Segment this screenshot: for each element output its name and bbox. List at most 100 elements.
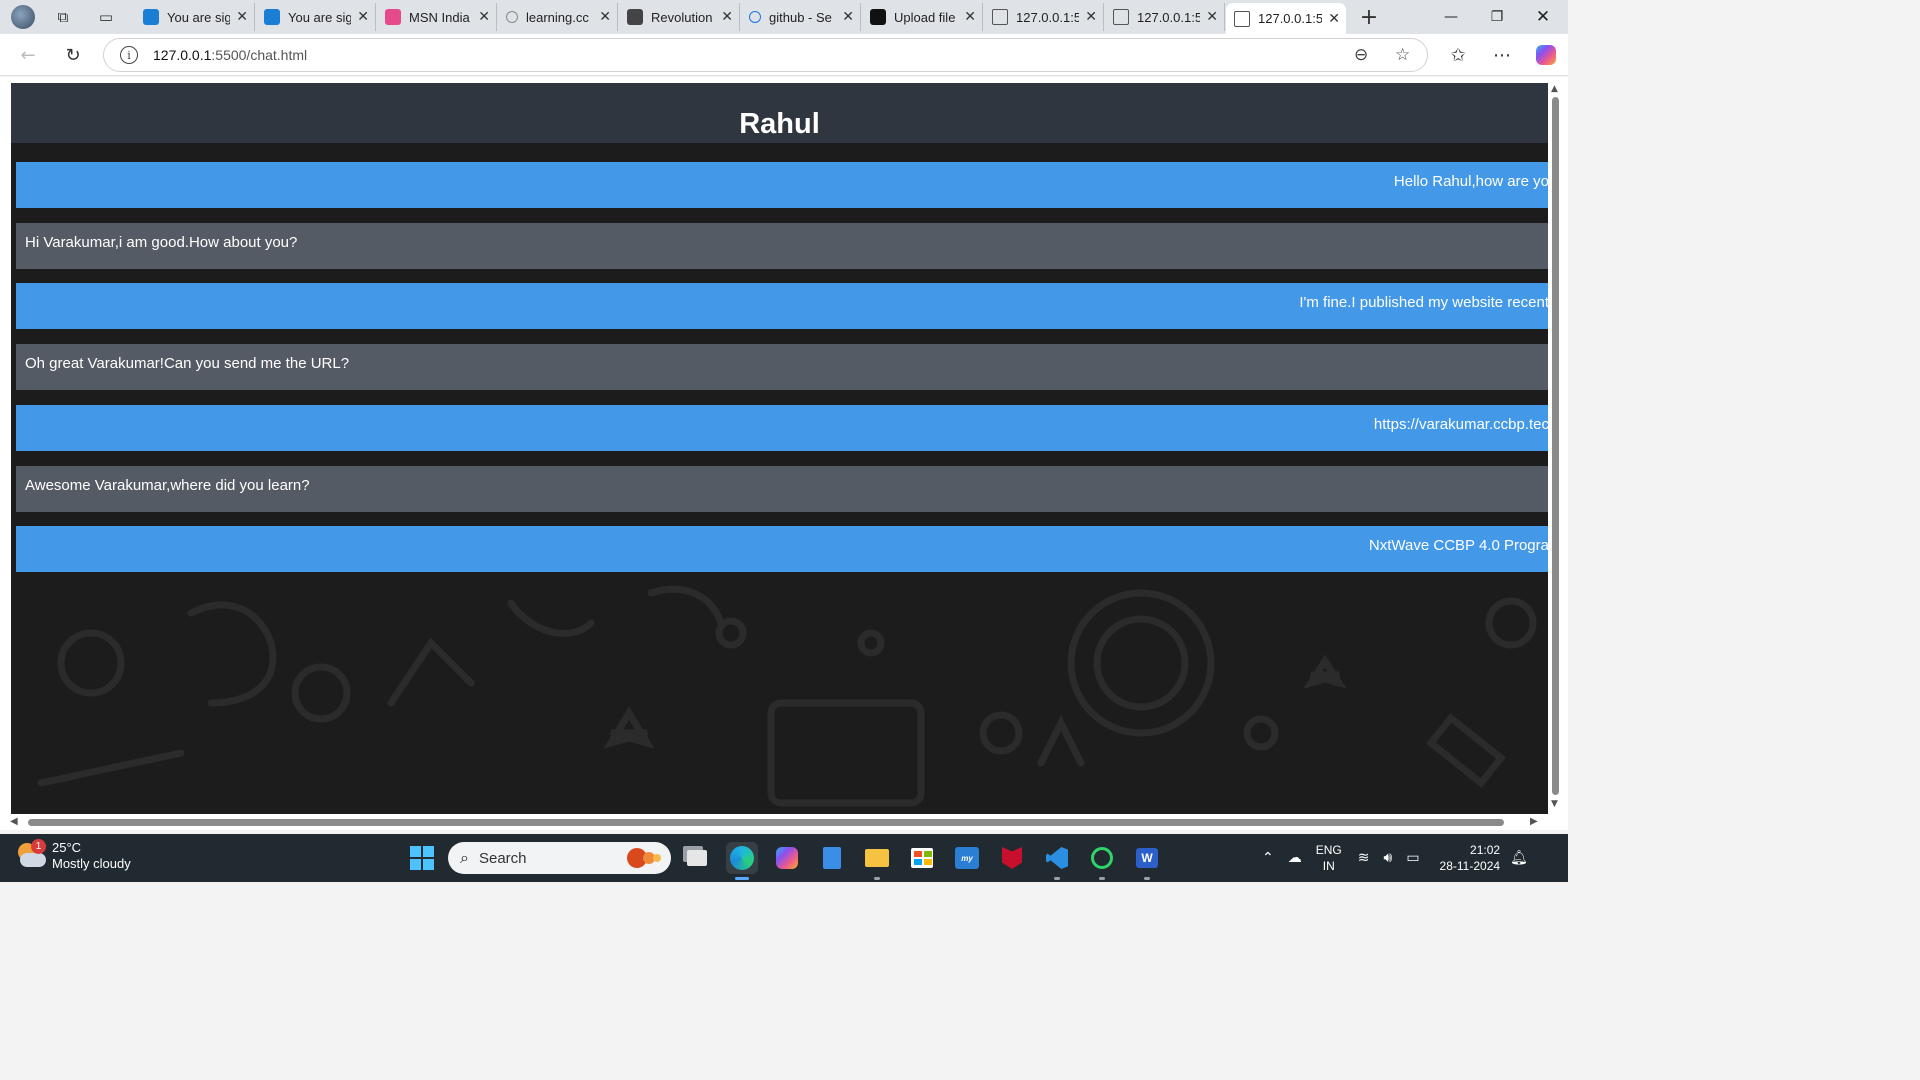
tab-close-icon[interactable]: ✕	[1206, 9, 1218, 25]
sent-message: NxtWave CCBP 4.0 Progra	[16, 526, 1548, 573]
show-hidden-icons-chevron-icon[interactable]: ⌃	[1262, 850, 1274, 866]
workspaces-icon[interactable]: ⧉	[50, 4, 76, 30]
tab-close-icon[interactable]: ✕	[721, 9, 733, 25]
tab-title: You are sig	[167, 9, 231, 25]
tab-close-icon[interactable]: ✕	[357, 9, 369, 25]
battery-icon[interactable]: ▭	[1406, 850, 1419, 866]
clock[interactable]: 21:02 28-11-2024	[1440, 842, 1501, 874]
scroll-left-arrow-icon[interactable]: ◀	[10, 816, 18, 827]
clock-time: 21:02	[1470, 843, 1501, 857]
tab-title: github - Se	[769, 9, 832, 25]
lang-region: IN	[1322, 859, 1335, 873]
tab-close-icon[interactable]: ✕	[599, 9, 611, 25]
restore-button[interactable]: ❐	[1474, 0, 1520, 34]
tab-close-icon[interactable]: ✕	[1085, 9, 1097, 25]
tab-close-icon[interactable]: ✕	[842, 9, 854, 25]
vertical-scrollbar[interactable]: ▲ ▼	[1548, 83, 1568, 814]
tab-title: 127.0.0.1:5	[1016, 9, 1080, 25]
site-info-icon[interactable]: i	[120, 46, 138, 64]
microsoft-store-icon[interactable]	[906, 842, 938, 874]
sent-message: I'm fine.I published my website recent	[16, 283, 1548, 330]
browser-tab[interactable]: github - Se ✕	[741, 3, 861, 31]
address-bar[interactable]: i 127.0.0.1:5500/chat.html ⊖ ☆	[103, 38, 1428, 72]
tab-title: Upload file	[894, 9, 956, 25]
close-window-button[interactable]: ✕	[1520, 0, 1566, 34]
contact-name: Rahul	[739, 107, 820, 140]
tab-title: Revolution	[651, 9, 713, 25]
tab-title: learning.cc	[526, 9, 589, 25]
refresh-button[interactable]: ↻	[59, 42, 87, 68]
browser-tab[interactable]: You are sig ✕	[256, 3, 376, 31]
copilot-app-icon[interactable]	[771, 842, 803, 874]
horizontal-scroll-thumb[interactable]	[28, 819, 1504, 826]
received-message: Oh great Varakumar!Can you send me the U…	[16, 344, 1548, 391]
file-explorer-icon[interactable]	[861, 842, 893, 880]
tab-close-icon[interactable]: ✕	[478, 9, 490, 25]
browser-tab[interactable]: learning.cc ✕	[498, 3, 618, 31]
search-icon	[506, 11, 518, 23]
horizontal-scrollbar[interactable]: ◀ ▶	[0, 815, 1548, 830]
mcafee-icon[interactable]	[996, 842, 1028, 874]
minimize-button[interactable]: —	[1428, 0, 1474, 34]
browser-tab[interactable]: Upload file ✕	[862, 3, 983, 31]
task-view-icon[interactable]	[681, 842, 713, 874]
notification-bell-icon[interactable]: 🔔︎	[1510, 850, 1528, 866]
vscode-icon[interactable]	[1041, 842, 1073, 880]
start-button[interactable]	[406, 842, 438, 874]
s-logo-icon	[264, 9, 280, 25]
whatsapp-icon[interactable]	[1086, 842, 1118, 880]
browser-tab[interactable]: 127.0.0.1:5 ✕	[1226, 3, 1346, 34]
weather-desc: Mostly cloudy	[52, 856, 131, 871]
back-button[interactable]: ←	[14, 42, 42, 68]
search-highlight-icon	[627, 848, 661, 868]
volume-icon[interactable]: 🔊︎	[1383, 850, 1392, 866]
zoom-icon[interactable]: ⊖	[1354, 45, 1368, 65]
tab-title: 127.0.0.1:5	[1137, 9, 1201, 25]
browser-tab[interactable]: Revolution ✕	[619, 3, 740, 31]
taskbar-search[interactable]: ⌕ Search	[448, 842, 671, 874]
msn-butterfly-icon	[385, 9, 401, 25]
new-tab-button[interactable]: +	[1356, 4, 1382, 30]
vertical-scroll-thumb[interactable]	[1552, 97, 1559, 795]
received-message: Hi Varakumar,i am good.How about you?	[16, 222, 1548, 269]
weather-cloudy-icon: 1	[16, 839, 46, 871]
scroll-right-arrow-icon[interactable]: ▶	[1530, 816, 1538, 827]
profile-avatar[interactable]	[10, 4, 36, 30]
weather-widget[interactable]: 1 25°C Mostly cloudy	[16, 839, 131, 872]
tab-close-icon[interactable]: ✕	[236, 9, 248, 25]
page-viewport: Rahul Hello Rahul,how are yo Hi Varakumar…	[0, 77, 1568, 830]
page-icon	[1234, 10, 1250, 27]
browser-tab[interactable]: 127.0.0.1:5 ✕	[1105, 3, 1225, 31]
tab-actions-icon[interactable]: ▭	[93, 4, 119, 30]
url-host: 127.0.0.1	[153, 47, 212, 63]
github-icon	[870, 9, 886, 25]
windows-taskbar: 1 25°C Mostly cloudy ⌕ Search my W ⌃ ☁ E…	[0, 834, 1568, 882]
s-logo-icon	[143, 9, 159, 25]
onedrive-icon[interactable]: ☁	[1288, 850, 1302, 866]
word-icon[interactable]: W	[1131, 842, 1163, 880]
scroll-up-arrow-icon[interactable]: ▲	[1551, 84, 1558, 94]
tab-close-icon[interactable]: ✕	[964, 9, 976, 25]
edge-browser-icon[interactable]	[726, 842, 758, 880]
browser-tab[interactable]: MSN India ✕	[377, 3, 497, 31]
sent-message: https://varakumar.ccbp.tec	[16, 404, 1548, 451]
favorites-icon[interactable]: ✩	[1444, 42, 1472, 68]
more-menu-icon[interactable]: ⋯	[1488, 42, 1516, 68]
url-text[interactable]: 127.0.0.1:5500/chat.html	[153, 47, 307, 63]
browser-tab[interactable]: You are sig ✕	[135, 3, 255, 31]
search-icon: ⌕	[460, 848, 469, 867]
weather-badge: 1	[31, 839, 46, 854]
navigation-bar: ← ↻ i 127.0.0.1:5500/chat.html ⊖ ☆ ✩ ⋯	[0, 34, 1568, 76]
wifi-icon[interactable]: ≋	[1358, 850, 1370, 866]
tab-close-icon[interactable]: ✕	[1328, 11, 1340, 27]
scroll-down-arrow-icon[interactable]: ▼	[1551, 799, 1558, 809]
mylio-app-icon[interactable]: my	[951, 842, 983, 874]
browser-tab[interactable]: 127.0.0.1:5 ✕	[984, 3, 1104, 31]
copilot-icon[interactable]	[1532, 42, 1560, 68]
favorite-star-icon[interactable]: ☆	[1395, 45, 1410, 65]
chat-page: Rahul Hello Rahul,how are yo Hi Varakumar…	[11, 83, 1548, 814]
notepad-icon[interactable]	[816, 842, 848, 874]
url-path: :5500/chat.html	[211, 47, 308, 63]
language-indicator[interactable]: ENG IN	[1316, 842, 1342, 874]
lang-code: ENG	[1315, 843, 1342, 857]
